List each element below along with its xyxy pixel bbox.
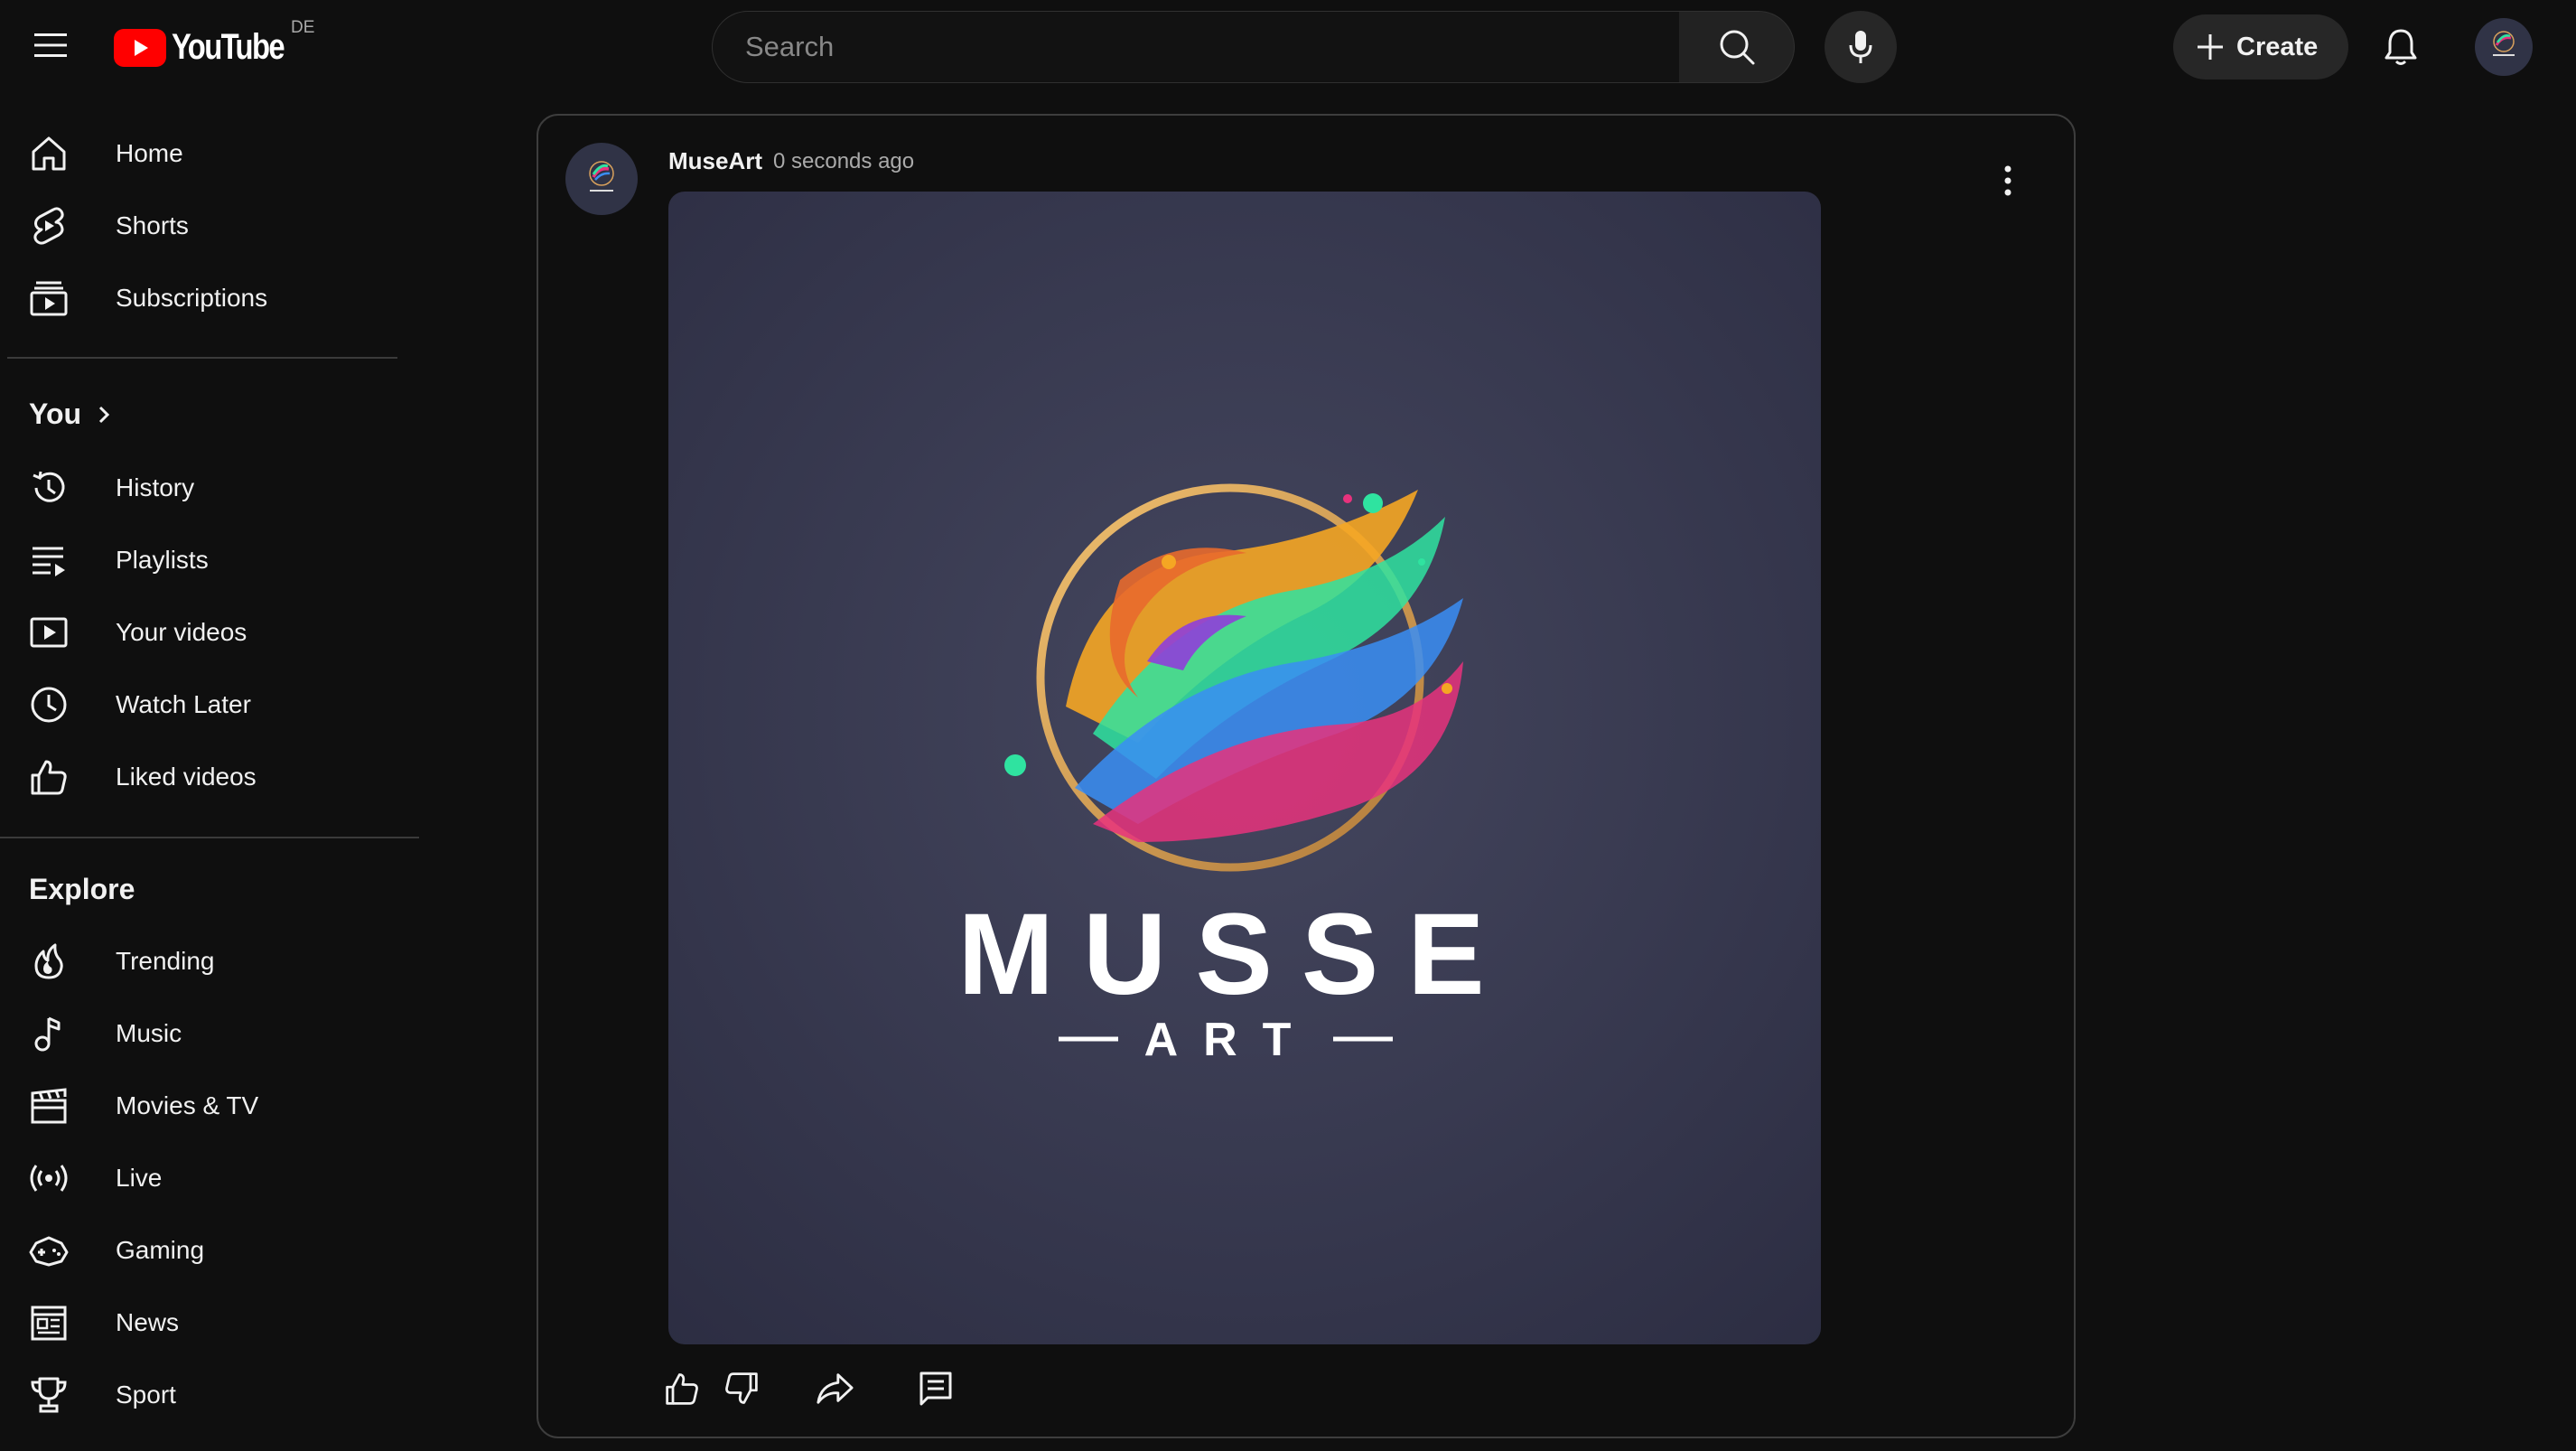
country-code: DE	[291, 18, 315, 37]
subscriptions-icon	[30, 281, 68, 316]
sidebar-item-label: Playlists	[116, 546, 209, 574]
you-title-label: You	[29, 398, 82, 430]
sidebar-item-label: Gaming	[116, 1236, 205, 1264]
post-channel-name[interactable]: MuseArt	[668, 147, 762, 175]
sidebar-item-watch-later[interactable]: Watch Later	[7, 669, 405, 741]
share-button[interactable]	[812, 1366, 857, 1411]
comment-icon	[919, 1371, 952, 1406]
sidebar-item-label: Movies & TV	[116, 1091, 259, 1119]
thumbs-up-icon	[31, 760, 67, 795]
sidebar-item-liked-videos[interactable]: Liked videos	[7, 741, 405, 813]
gaming-icon	[29, 1236, 69, 1267]
create-label: Create	[2236, 32, 2319, 61]
image-title-text: MUSSE	[957, 890, 1513, 1019]
sidebar-item-label: News	[116, 1308, 180, 1336]
comment-button[interactable]	[913, 1366, 958, 1411]
live-icon	[30, 1165, 68, 1192]
share-icon	[817, 1373, 854, 1404]
explore-title-label: Explore	[29, 873, 135, 905]
dislike-button[interactable]	[719, 1366, 764, 1411]
sidebar-item-home[interactable]: Home	[7, 117, 405, 190]
voice-search-button[interactable]	[1825, 11, 1897, 83]
trophy-icon	[31, 1377, 67, 1413]
thumbs-up-icon	[666, 1373, 698, 1405]
sidebar-item-label: Home	[116, 139, 183, 167]
search-box[interactable]	[712, 11, 1680, 83]
sidebar-item-label: Trending	[116, 947, 215, 975]
masthead: YouTube DE Create	[0, 0, 2576, 94]
shorts-icon	[33, 207, 64, 245]
sidebar-item-sport[interactable]: Sport	[7, 1359, 405, 1431]
channel-logo-icon	[589, 161, 614, 192]
youtube-logo[interactable]: YouTube	[114, 27, 308, 68]
sidebar-item-label: Sport	[116, 1381, 176, 1409]
sidebar-item-movies-tv[interactable]: Movies & TV	[7, 1070, 405, 1142]
logo-text: YouTube	[172, 27, 285, 67]
clapperboard-icon	[31, 1088, 67, 1124]
search-input[interactable]	[743, 30, 1650, 64]
image-subtitle-text: ART	[1144, 1014, 1317, 1066]
search-button[interactable]	[1679, 11, 1795, 83]
account-avatar-icon	[2493, 31, 2515, 56]
your-videos-icon	[30, 617, 68, 648]
chevron-right-icon	[99, 406, 110, 423]
home-icon	[32, 136, 66, 171]
like-button[interactable]	[659, 1366, 705, 1411]
sidebar-divider	[7, 357, 397, 359]
post-image[interactable]: MUSSE ART	[668, 192, 1821, 1344]
sidebar-item-label: Watch Later	[116, 690, 251, 718]
sidebar-item-playlists[interactable]: Playlists	[7, 524, 405, 596]
channel-avatar[interactable]	[565, 143, 638, 215]
bell-icon	[2385, 29, 2417, 65]
you-section-title[interactable]: You	[29, 398, 114, 431]
avatar[interactable]	[2475, 18, 2533, 76]
music-icon	[34, 1016, 61, 1052]
sidebar-item-label: Your videos	[116, 618, 247, 646]
sidebar-item-music[interactable]: Music	[7, 997, 405, 1070]
sidebar-item-trending[interactable]: Trending	[7, 925, 405, 997]
sidebar-divider	[0, 837, 419, 838]
post-more-button[interactable]	[1985, 155, 2030, 206]
search-icon	[1720, 30, 1754, 65]
mic-icon	[1849, 31, 1872, 63]
explore-section-title: Explore	[29, 873, 135, 906]
sidebar-item-live[interactable]: Live	[7, 1142, 405, 1214]
trending-icon	[34, 943, 63, 979]
youtube-logo-icon	[114, 28, 166, 67]
sidebar-item-subscriptions[interactable]: Subscriptions	[7, 262, 405, 334]
sidebar-item-your-videos[interactable]: Your videos	[7, 596, 405, 669]
notifications-button[interactable]	[2374, 20, 2428, 74]
sidebar-item-label: Liked videos	[116, 763, 257, 791]
sidebar-item-label: Live	[116, 1164, 163, 1192]
menu-icon	[34, 33, 67, 57]
sidebar-item-history[interactable]: History	[7, 452, 405, 524]
post-timestamp[interactable]: 0 seconds ago	[773, 149, 914, 174]
musse-art-logo-image: MUSSE ART	[668, 192, 1821, 1344]
sidebar-item-gaming[interactable]: Gaming	[7, 1214, 405, 1287]
playlists-icon	[33, 547, 65, 576]
create-button[interactable]: Create	[2173, 14, 2348, 80]
sidebar: Home Shorts Subscriptions You History Pl…	[0, 94, 425, 1451]
sidebar-item-shorts[interactable]: Shorts	[7, 190, 405, 262]
more-vert-icon	[2004, 165, 2011, 196]
thumbs-down-icon	[725, 1372, 758, 1404]
plus-icon	[2198, 34, 2223, 60]
sidebar-item-label: History	[116, 473, 195, 501]
clock-icon	[31, 687, 67, 723]
sidebar-item-label: Subscriptions	[116, 284, 268, 312]
news-icon	[31, 1306, 67, 1341]
sidebar-item-news[interactable]: News	[7, 1287, 405, 1359]
sidebar-item-label: Music	[116, 1019, 182, 1047]
menu-button[interactable]	[25, 20, 76, 70]
sidebar-item-label: Shorts	[116, 211, 189, 239]
history-icon	[33, 471, 65, 502]
